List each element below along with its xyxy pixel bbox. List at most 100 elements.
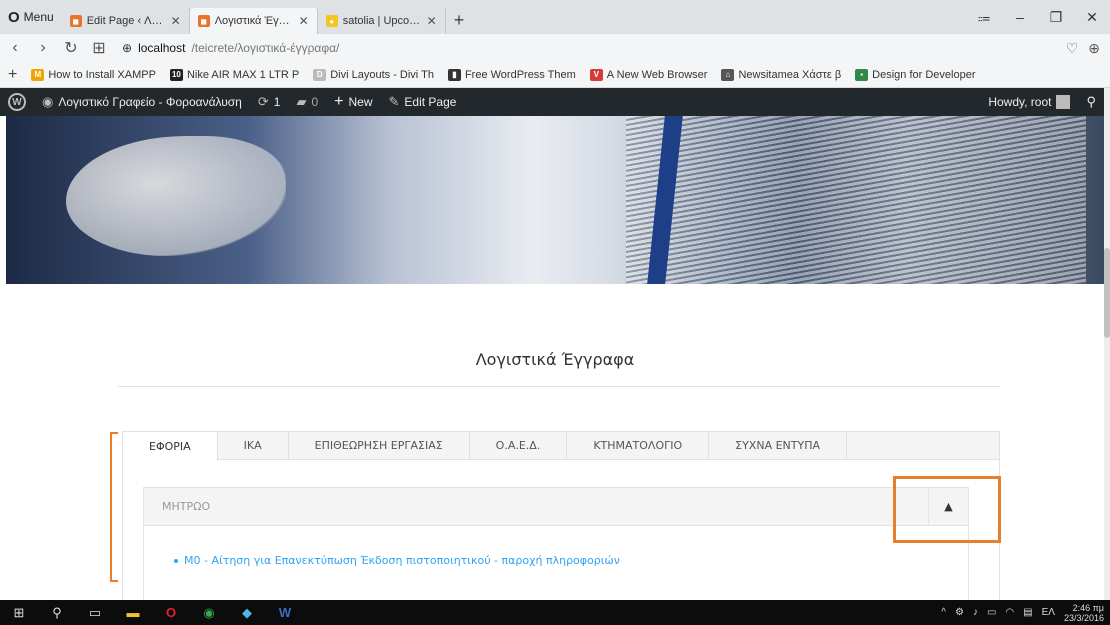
bookmark-item[interactable]: ▪ Design for Developer <box>855 68 976 81</box>
tab-epitheorisi-ergasias[interactable]: ΕΠΙΘΕΩΡΗΣΗ ΕΡΓΑΣΙΑΣ <box>289 432 470 459</box>
wp-site-name[interactable]: ◉ Λογιστικό Γραφείο - Φοροανάλυση <box>34 88 250 116</box>
scrollbar-thumb[interactable] <box>1104 248 1110 338</box>
volume-icon[interactable]: ♪ <box>973 607 978 618</box>
tab-panel-eforia: ΜΗΤΡΩΟ ▲ Μ0 - Αίτηση για Επανεκτύπωση Έκ… <box>123 460 999 600</box>
windows-start-icon[interactable]: ⊞ <box>0 600 38 625</box>
wp-edit-page[interactable]: ✎ Edit Page <box>381 88 465 116</box>
tab-edit-page[interactable]: ◼ Edit Page ‹ Λογιστικό Γραφ ✕ <box>62 8 190 34</box>
nike-icon: 10 <box>169 68 183 81</box>
close-window-button[interactable]: ✕ <box>1074 9 1110 26</box>
wp-comments[interactable]: ▰ 0 <box>288 88 326 116</box>
page-scrollbar[interactable] <box>1104 88 1110 600</box>
url-field[interactable]: ⊕ localhost/teicrete/λογιστικά-έγγραφα/ <box>118 37 1056 59</box>
taskbar-clock[interactable]: 2:46 πμ 23/3/2016 <box>1064 603 1104 623</box>
bookmark-heart-icon[interactable]: ♡ <box>1066 40 1079 57</box>
document-icon: ▮ <box>447 68 461 81</box>
bookmark-label: How to Install XAMPP <box>48 68 156 81</box>
system-tray: ^ ⚙ ♪ ▭ ◠ ▤ ΕΛ 2:46 πμ 23/3/2016 <box>941 603 1110 623</box>
accordion-header-mitroo[interactable]: ΜΗΤΡΩΟ ▲ <box>143 487 969 526</box>
plus-icon: + <box>8 65 18 83</box>
annotation-highlight-box <box>893 476 1001 543</box>
hand-writing-image <box>66 136 286 256</box>
network-icon[interactable]: ⚙ <box>955 607 964 618</box>
task-view-icon[interactable]: ▭ <box>76 600 114 625</box>
annotation-bracket <box>110 432 118 582</box>
notification-icon[interactable]: ▤ <box>1023 607 1032 618</box>
word-icon[interactable]: W <box>266 600 304 625</box>
wp-admin-bar: W ◉ Λογιστικό Γραφείο - Φοροανάλυση ⟳ 1 … <box>0 88 1104 116</box>
tab-close-icon[interactable]: ✕ <box>427 14 437 28</box>
windows-taskbar: ⊞ ⚲ ▭ ▬ O ◉ ◆ W ^ ⚙ ♪ ▭ ◠ ▤ ΕΛ 2:46 πμ 2… <box>0 600 1110 625</box>
globe-icon: ⊕ <box>122 41 133 55</box>
browser-menu-button[interactable]: O Menu <box>0 0 62 34</box>
maximize-button[interactable]: ❐ <box>1038 9 1074 26</box>
document-link-label: Μ0 - Αίτηση για Επανεκτύπωση Έκδοση πιστ… <box>184 554 620 567</box>
bookmark-label: Nike AIR MAX 1 LTR P <box>186 68 300 81</box>
tab-ika[interactable]: ΙΚΑ <box>218 432 289 459</box>
chrome-icon[interactable]: ◉ <box>190 600 228 625</box>
bookmark-item[interactable]: 10 Nike AIR MAX 1 LTR P <box>169 68 300 81</box>
tray-chevron-icon[interactable]: ^ <box>941 607 946 618</box>
tab-menu-icon[interactable]: ⩴ <box>966 9 1002 26</box>
site-name-label: Λογιστικό Γραφείο - Φοροανάλυση <box>58 95 242 109</box>
url-path: /teicrete/λογιστικά-έγγραφα/ <box>191 41 340 55</box>
bookmark-label: Design for Developer <box>872 68 976 81</box>
tab-satolia[interactable]: ● satolia | Upcoming Events ✕ <box>318 8 446 34</box>
page-title: Λογιστικά Έγγραφα <box>475 350 635 369</box>
bullet <box>174 558 178 563</box>
pencil-icon: ✎ <box>388 94 400 109</box>
wifi-icon[interactable]: ◠ <box>1005 607 1014 618</box>
new-tab-button[interactable]: + <box>446 10 473 31</box>
reload-icon[interactable]: ↻ <box>62 38 80 58</box>
tab-logistika-eggrafa[interactable]: ◼ Λογιστικά Έγγραφα – Λογ ✕ <box>189 8 318 34</box>
howdy-label: Howdy, root <box>988 95 1052 109</box>
bookmark-label: Newsitamea Χάστε β <box>738 68 842 81</box>
comment-icon: ▰ <box>296 94 307 109</box>
bookmarks-bar: + M How to Install XAMPP 10 Nike AIR MAX 1… <box>0 62 1110 88</box>
speed-dial-icon[interactable]: ⊞ <box>90 38 108 58</box>
browser-tab-bar: O Menu ◼ Edit Page ‹ Λογιστικό Γραφ ✕ ◼ … <box>0 0 1110 34</box>
add-bookmark-button[interactable]: + <box>8 66 17 84</box>
wp-my-account[interactable]: Howdy, root <box>980 88 1078 116</box>
page-content: Λογιστικά Έγγραφα ΕΦΟΡΙΑ ΙΚΑ ΕΠΙΘΕΩΡΗΣΗ … <box>6 284 1104 600</box>
tab-title: Edit Page ‹ Λογιστικό Γραφ <box>86 15 166 27</box>
opera-logo-icon: O <box>8 8 20 26</box>
tab-ktimatologio[interactable]: ΚΤΗΜΑΤΟΛΟΓΙΟ <box>567 432 710 459</box>
clock-time: 2:46 πμ <box>1072 602 1104 613</box>
wp-updates[interactable]: ⟳ 1 <box>250 88 289 116</box>
opera-icon[interactable]: O <box>152 600 190 625</box>
tab-close-icon[interactable]: ✕ <box>171 14 181 28</box>
tab-eforia[interactable]: ΕΦΟΡΙΑ <box>123 432 218 461</box>
bookmark-item[interactable]: M How to Install XAMPP <box>31 68 156 81</box>
forward-arrow-icon[interactable]: › <box>34 39 52 57</box>
file-explorer-icon[interactable]: ▬ <box>114 600 152 625</box>
wp-new-content[interactable]: + New <box>326 88 380 116</box>
clock-date: 23/3/2016 <box>1063 612 1104 623</box>
tab-oaed[interactable]: Ο.Α.Ε.Δ. <box>470 432 568 459</box>
accordion-title: ΜΗΤΡΩΟ <box>162 500 211 513</box>
dashboard-icon: ◉ <box>42 94 54 109</box>
bookmark-item[interactable]: D Divi Layouts - Divi Th <box>313 68 434 81</box>
battery-icon[interactable]: ▭ <box>987 607 996 618</box>
updates-icon: ⟳ <box>257 94 269 109</box>
edit-page-label: Edit Page <box>404 95 457 109</box>
design-icon: ▪ <box>855 68 869 81</box>
address-bar-row: ‹ › ↻ ⊞ ⊕ localhost/teicrete/λογιστικά-έ… <box>0 34 1110 62</box>
folder-icon[interactable]: ◆ <box>228 600 266 625</box>
wp-search[interactable]: ⚲ <box>1078 88 1104 116</box>
bookmark-item[interactable]: ⌂ Newsitamea Χάστε β <box>721 68 842 81</box>
back-arrow-icon[interactable]: ‹ <box>6 39 24 57</box>
tab-sixna-entypa[interactable]: ΣΥΧΝΑ ΕΝΤΥΠΑ <box>709 432 848 459</box>
accordion-body-mitroo: Μ0 - Αίτηση για Επανεκτύπωση Έκδοση πιστ… <box>143 526 969 600</box>
bookmark-item[interactable]: ▮ Free WordPress Them <box>447 68 576 81</box>
search-icon[interactable]: ⚲ <box>38 600 76 625</box>
minimize-button[interactable]: – <box>1002 9 1038 25</box>
document-link[interactable]: Μ0 - Αίτηση για Επανεκτύπωση Έκδοση πιστ… <box>174 554 620 567</box>
tab-close-icon[interactable]: ✕ <box>299 14 309 28</box>
wp-logo-menu[interactable]: W <box>0 88 34 116</box>
bookmark-item[interactable]: VA New Web Browser <box>589 68 707 81</box>
download-icon[interactable]: ⊕ <box>1088 40 1100 57</box>
language-indicator[interactable]: ΕΛ <box>1042 607 1055 618</box>
wordpress-logo-icon: W <box>8 93 26 111</box>
divi-icon: D <box>313 68 327 81</box>
